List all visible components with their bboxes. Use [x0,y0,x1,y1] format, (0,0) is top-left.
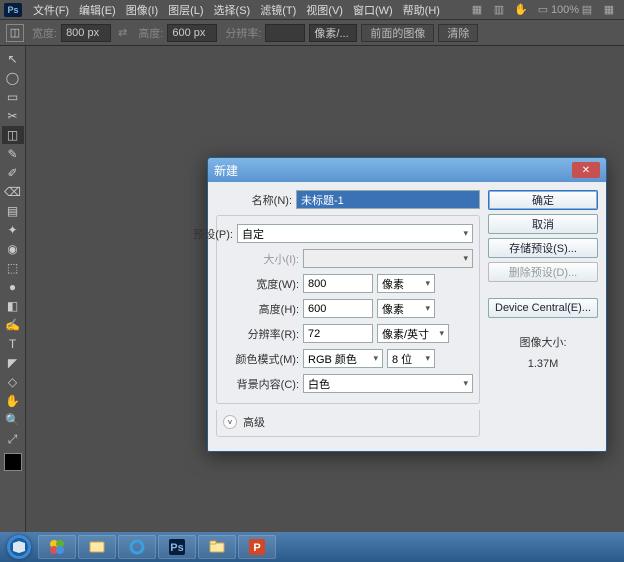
svg-text:Ps: Ps [170,542,183,554]
shape-tool-icon[interactable]: ◇ [2,373,24,391]
gradient-tool-icon[interactable]: ⬚ [2,259,24,277]
width-unit-select[interactable]: 像素 [377,274,435,293]
advanced-label: 高级 [243,414,265,430]
menu-filter[interactable]: 滤镜(T) [255,0,301,20]
name-label: 名称(N): [216,192,292,208]
save-preset-button[interactable]: 存储预设(S)... [488,238,598,258]
preset-label: 预设(P): [173,226,233,242]
device-central-button[interactable]: Device Central(E)... [488,298,598,318]
svg-text:P: P [253,542,260,554]
layout-icon[interactable]: ▥ [491,2,507,18]
pen-tool-icon[interactable]: ✍ [2,316,24,334]
eraser-tool-icon[interactable]: ◉ [2,240,24,258]
taskbar-folder[interactable] [198,535,236,559]
dlg-width-input[interactable] [303,274,373,293]
bg-select[interactable]: 白色 [303,374,473,393]
image-size-label: 图像大小: [488,334,598,350]
front-image-button[interactable]: 前面的图像 [361,24,434,42]
res-label: 分辨率(R): [223,326,299,342]
bg-label: 背景内容(C): [223,376,299,392]
type-tool-icon[interactable]: T [2,335,24,353]
height-label: 高度(H): [223,301,299,317]
image-size-value: 1.37M [488,358,598,370]
menu-image[interactable]: 图像(I) [121,0,163,20]
menu-edit[interactable]: 编辑(E) [74,0,121,20]
taskbar-explorer[interactable] [78,535,116,559]
dialog-title: 新建 [214,162,572,179]
start-button[interactable] [2,534,36,560]
new-document-dialog: 新建 ✕ 名称(N): 预设(P): 自定 大小(I): 宽度(W): [207,157,607,452]
eyedropper-tool-icon[interactable]: ✎ [2,145,24,163]
workspace-icon[interactable]: ▦ [601,2,617,18]
doc-icon[interactable]: ▤ [579,2,595,18]
taskbar-app-1[interactable] [38,535,76,559]
hand-tool-icon[interactable]: ✋ [2,392,24,410]
res-label: 分辨率: [225,25,261,41]
menu-layer[interactable]: 图层(L) [163,0,208,20]
res-unit-select[interactable]: 像素/英寸 [377,324,449,343]
brush-tool-icon[interactable]: ⌫ [2,183,24,201]
zoom-value[interactable]: 100% [557,2,573,18]
hand-icon[interactable]: ✋ [513,2,529,18]
width-input[interactable] [61,24,111,42]
taskbar-ps[interactable]: Ps [158,535,196,559]
menu-bar: Ps 文件(F) 编辑(E) 图像(I) 图层(L) 选择(S) 滤镜(T) 视… [0,0,624,20]
unit-select[interactable]: 像素/... [309,24,357,42]
blur-tool-icon[interactable]: ● [2,278,24,296]
app-logo: Ps [4,3,22,17]
crop-tool-icon[interactable]: ◫ [2,126,24,144]
dodge-tool-icon[interactable]: ◧ [2,297,24,315]
cancel-button[interactable]: 取消 [488,214,598,234]
taskbar-ie[interactable] [118,535,156,559]
advanced-toggle[interactable]: ˅ 高级 [223,412,473,432]
height-unit-select[interactable]: 像素 [377,299,435,318]
dlg-res-input[interactable] [303,324,373,343]
sceen-mode-icon[interactable]: ▭ [535,2,551,18]
res-input[interactable] [265,24,305,42]
chevron-down-icon: ˅ [223,415,237,429]
size-select [303,249,473,268]
color-swatch[interactable] [4,453,22,471]
rotate-tool-icon[interactable]: ⤢ [2,430,24,448]
delete-preset-button: 删除预设(D)... [488,262,598,282]
mode-label: 颜色模式(M): [223,351,299,367]
zoom-tool-icon[interactable]: 🔍 [2,411,24,429]
menu-file[interactable]: 文件(F) [28,0,74,20]
dlg-height-input[interactable] [303,299,373,318]
ok-button[interactable]: 确定 [488,190,598,210]
size-label: 大小(I): [223,251,299,267]
menu-select[interactable]: 选择(S) [209,0,256,20]
height-label: 高度: [138,25,163,41]
dialog-titlebar[interactable]: 新建 ✕ [208,158,606,182]
wand-tool-icon[interactable]: ✂ [2,107,24,125]
lasso-tool-icon[interactable]: ▭ [2,88,24,106]
preset-select[interactable]: 自定 [237,224,473,243]
clear-button[interactable]: 清除 [438,24,478,42]
options-bar: ◫ 宽度: ⇄ 高度: 分辨率: 像素/... 前面的图像 清除 [0,20,624,46]
move-tool-icon[interactable]: ↖ [2,50,24,68]
bridge-icon[interactable]: ▦ [469,2,485,18]
close-icon[interactable]: ✕ [572,162,600,178]
name-input[interactable] [296,190,480,209]
width-label: 宽度: [32,25,57,41]
taskbar: Ps P [0,532,624,562]
toolbox: ↖ ◯ ▭ ✂ ◫ ✎ ✐ ⌫ ▤ ✦ ◉ ⬚ ● ◧ ✍ T ◤ ◇ ✋ 🔍 … [0,46,26,532]
swap-icon[interactable]: ⇄ [118,26,127,39]
menu-view[interactable]: 视图(V) [301,0,348,20]
heal-tool-icon[interactable]: ✐ [2,164,24,182]
menu-window[interactable]: 窗口(W) [348,0,398,20]
path-tool-icon[interactable]: ◤ [2,354,24,372]
history-brush-tool-icon[interactable]: ✦ [2,221,24,239]
bits-select[interactable]: 8 位 [387,349,435,368]
marquee-tool-icon[interactable]: ◯ [2,69,24,87]
width-label: 宽度(W): [223,276,299,292]
menu-help[interactable]: 帮助(H) [398,0,445,20]
height-input[interactable] [167,24,217,42]
crop-tool-icon[interactable]: ◫ [6,24,24,42]
taskbar-ppt[interactable]: P [238,535,276,559]
mode-select[interactable]: RGB 颜色 [303,349,383,368]
stamp-tool-icon[interactable]: ▤ [2,202,24,220]
